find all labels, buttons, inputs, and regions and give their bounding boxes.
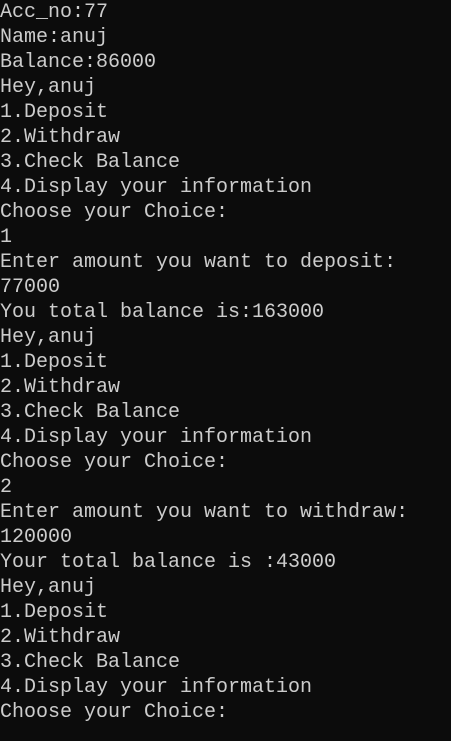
console-line: Enter amount you want to withdraw:: [0, 501, 409, 524]
console-line: 1.Deposit: [0, 351, 109, 374]
console-line: 3.Check Balance: [0, 401, 181, 424]
console-line: Hey,anuj: [0, 576, 97, 599]
console-line: 2: [0, 476, 13, 499]
console-line: Hey,anuj: [0, 326, 97, 349]
console-line: Choose your Choice:: [0, 451, 229, 474]
console-line: 1.Deposit: [0, 601, 109, 624]
console-line: 120000: [0, 526, 73, 549]
console-line: Enter amount you want to deposit:: [0, 251, 397, 274]
console-line: Choose your Choice:: [0, 701, 229, 724]
console-output[interactable]: Acc_no:77 Name:anuj Balance:86000 Hey,anuj 1…: [0, 0, 451, 725]
console-line: 77000: [0, 276, 61, 299]
console-line: Balance:86000: [0, 51, 157, 74]
console-line: 2.Withdraw: [0, 376, 121, 399]
console-line: Hey,anuj: [0, 76, 97, 99]
console-line: 1.Deposit: [0, 101, 109, 124]
console-line: Name:anuj: [0, 26, 109, 49]
console-line: 4.Display your information: [0, 676, 313, 699]
console-line: Choose your Choice:: [0, 201, 229, 224]
console-line: 1: [0, 226, 13, 249]
console-line: 2.Withdraw: [0, 626, 121, 649]
console-line: 3.Check Balance: [0, 151, 181, 174]
console-line: 3.Check Balance: [0, 651, 181, 674]
console-line: 4.Display your information: [0, 426, 313, 449]
console-line: Your total balance is :43000: [0, 551, 337, 574]
console-line: Acc_no:77: [0, 1, 109, 24]
console-line: 4.Display your information: [0, 176, 313, 199]
console-line: 2.Withdraw: [0, 126, 121, 149]
console-line: You total balance is:163000: [0, 301, 325, 324]
